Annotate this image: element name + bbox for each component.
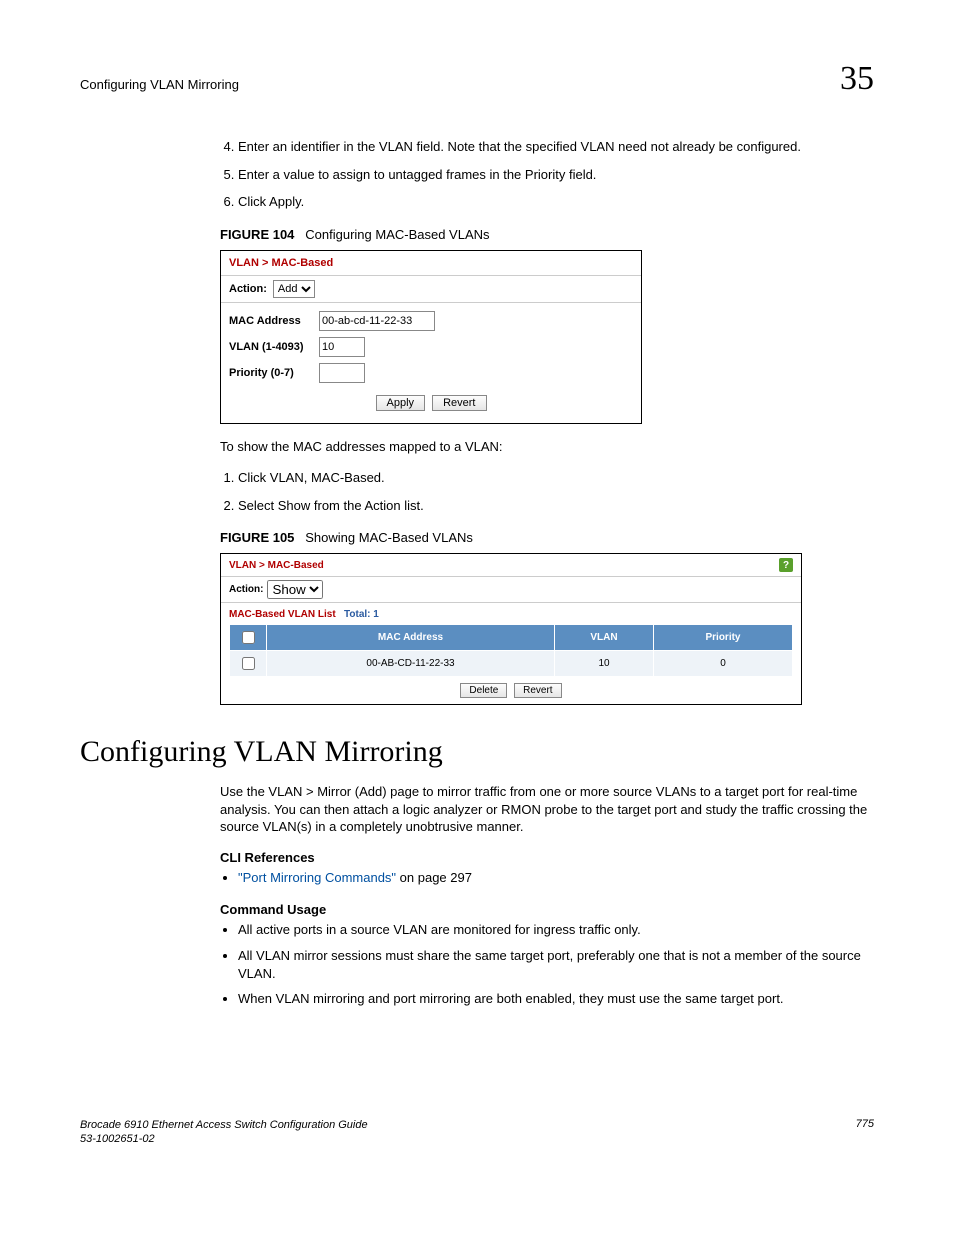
list-item: "Port Mirroring Commands" on page 297 (238, 869, 874, 887)
running-header: Configuring VLAN Mirroring (80, 77, 239, 92)
col-priority: Priority (654, 625, 793, 651)
mac-vlan-table: MAC Address VLAN Priority 00-AB-CD-11-22… (229, 624, 793, 677)
revert-button[interactable]: Revert (432, 395, 486, 411)
apply-button[interactable]: Apply (376, 395, 426, 411)
step: Click Apply. (238, 193, 874, 211)
action-select[interactable]: Add (273, 280, 315, 298)
revert-button[interactable]: Revert (514, 683, 561, 698)
footer-docnum: 53-1002651-02 (80, 1132, 368, 1146)
list-item: When VLAN mirroring and port mirroring a… (238, 990, 874, 1008)
select-all-checkbox[interactable] (242, 631, 255, 644)
chapter-number: 35 (840, 60, 874, 98)
figure-caption-104: FIGURE 104 Configuring MAC-Based VLANs (220, 227, 874, 242)
command-usage-list: All active ports in a source VLAN are mo… (220, 921, 874, 1007)
vlan-label: VLAN (1-4093) (229, 341, 319, 353)
delete-button[interactable]: Delete (460, 683, 507, 698)
cli-references-header: CLI References (220, 850, 874, 865)
cli-link-tail: on page 297 (396, 870, 472, 885)
priority-input[interactable] (319, 363, 365, 383)
row-checkbox[interactable] (242, 657, 255, 670)
list-item: All VLAN mirror sessions must share the … (238, 947, 874, 982)
section-heading: Configuring VLAN Mirroring (80, 735, 874, 769)
vlan-input[interactable] (319, 337, 365, 357)
footer-title: Brocade 6910 Ethernet Access Switch Conf… (80, 1118, 368, 1132)
section-intro: Use the VLAN > Mirror (Add) page to mirr… (220, 783, 874, 836)
cell-priority: 0 (654, 651, 793, 677)
step-list-b: Click VLAN, MAC-Based. Select Show from … (220, 469, 874, 514)
footer-page: 775 (856, 1118, 874, 1147)
step: Select Show from the Action list. (238, 497, 874, 515)
figure-caption-105: FIGURE 105 Showing MAC-Based VLANs (220, 530, 874, 545)
figure-label: FIGURE 104 (220, 227, 294, 242)
command-usage-header: Command Usage (220, 902, 874, 917)
figure-title: Configuring MAC-Based VLANs (305, 227, 489, 242)
breadcrumb: VLAN > MAC-Based (229, 560, 324, 571)
table-row: 00-AB-CD-11-22-33 10 0 (230, 651, 793, 677)
help-icon[interactable]: ? (779, 558, 793, 572)
figure-105-panel: VLAN > MAC-Based ? Action: Show MAC-Base… (220, 553, 802, 705)
figure-label: FIGURE 105 (220, 530, 294, 545)
list-item: All active ports in a source VLAN are mo… (238, 921, 874, 939)
page-footer: Brocade 6910 Ethernet Access Switch Conf… (80, 1118, 874, 1147)
cli-list: "Port Mirroring Commands" on page 297 (220, 869, 874, 887)
action-select[interactable]: Show (267, 580, 323, 599)
list-total: Total: 1 (344, 609, 379, 620)
cell-mac: 00-AB-CD-11-22-33 (267, 651, 555, 677)
step-list-a: Enter an identifier in the VLAN field. N… (220, 138, 874, 211)
figure-title: Showing MAC-Based VLANs (305, 530, 473, 545)
mac-address-input[interactable] (319, 311, 435, 331)
breadcrumb: VLAN > MAC-Based (221, 251, 641, 276)
priority-label: Priority (0-7) (229, 367, 319, 379)
action-label: Action: (229, 283, 267, 295)
step: Click VLAN, MAC-Based. (238, 469, 874, 487)
step: Enter an identifier in the VLAN field. N… (238, 138, 874, 156)
body-text: To show the MAC addresses mapped to a VL… (220, 438, 874, 456)
mac-address-label: MAC Address (229, 315, 319, 327)
figure-104-panel: VLAN > MAC-Based Action: Add MAC Address… (220, 250, 642, 424)
step: Enter a value to assign to untagged fram… (238, 166, 874, 184)
action-label: Action: (229, 584, 263, 595)
list-title: MAC-Based VLAN List (229, 609, 336, 620)
col-mac: MAC Address (267, 625, 555, 651)
col-vlan: VLAN (555, 625, 654, 651)
cell-vlan: 10 (555, 651, 654, 677)
cli-link[interactable]: "Port Mirroring Commands" (238, 870, 396, 885)
